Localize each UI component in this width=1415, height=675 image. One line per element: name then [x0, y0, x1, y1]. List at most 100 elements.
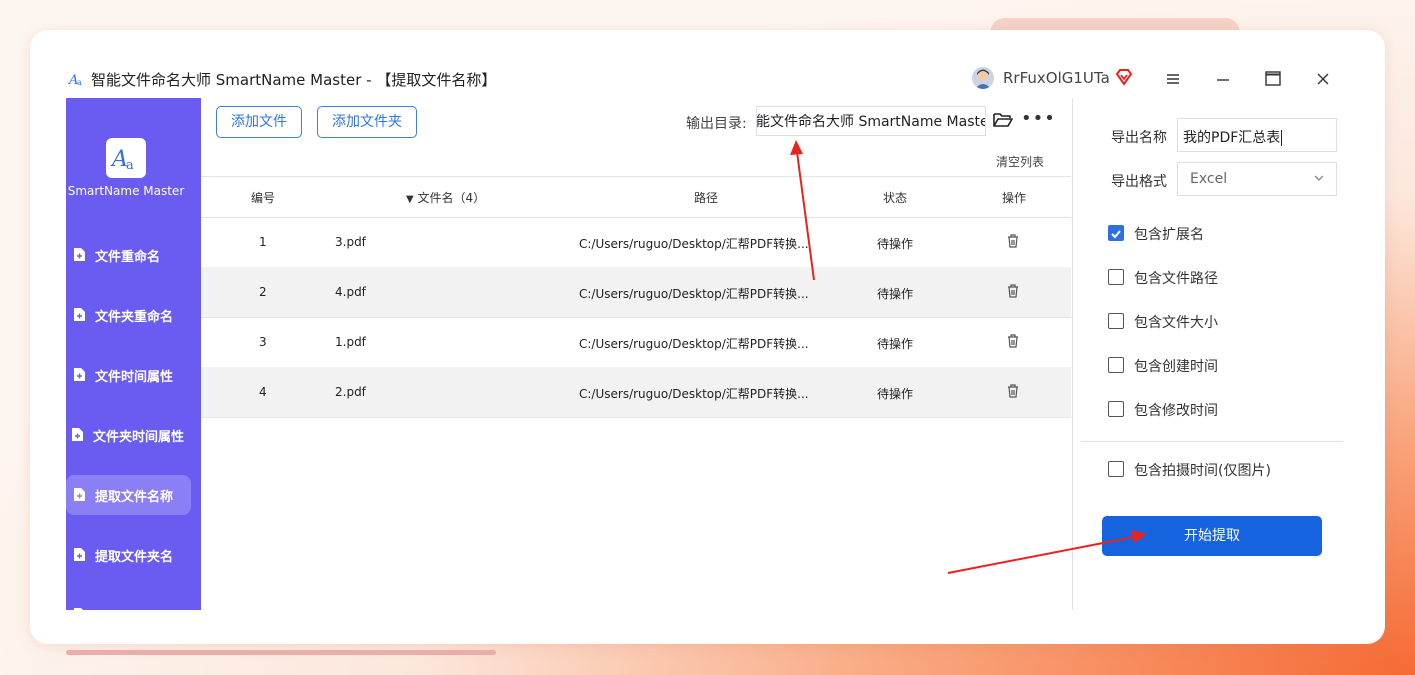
row-index: 3	[259, 335, 267, 349]
svg-text:a: a	[77, 78, 82, 87]
sidebar-item-file-time[interactable]: 文件时间属性	[66, 355, 191, 395]
option-include-extension[interactable]: 包含扩展名	[1108, 224, 1338, 246]
checkbox-checked[interactable]	[1108, 225, 1124, 241]
row-status: 待操作	[877, 387, 914, 401]
document-icon	[74, 548, 85, 561]
row-index: 4	[259, 385, 267, 399]
checkbox[interactable]	[1108, 269, 1124, 285]
minimize-icon[interactable]	[1211, 68, 1235, 90]
chevron-down-icon	[1314, 175, 1324, 181]
export-format-label: 导出格式	[1111, 174, 1167, 190]
row-index: 1	[259, 235, 267, 249]
document-icon	[74, 368, 85, 381]
option-label: 包含拍摄时间(仅图片)	[1134, 463, 1271, 479]
column-header-status: 状态	[883, 191, 908, 205]
close-icon[interactable]	[1311, 68, 1335, 90]
document-icon	[74, 248, 85, 261]
row-status: 待操作	[877, 287, 914, 301]
delete-icon[interactable]	[1007, 234, 1019, 248]
clear-list-button[interactable]: 清空列表	[996, 153, 1044, 170]
export-name-input[interactable]: 我的PDF汇总表	[1177, 118, 1337, 152]
sort-desc-icon: ▼	[406, 194, 414, 205]
table-row[interactable]: 2 4.pdf C:/Users/ruguo/Desktop/汇帮PDF转换..…	[201, 267, 1071, 318]
checkbox[interactable]	[1108, 461, 1124, 477]
add-folder-button[interactable]: 添加文件夹	[317, 106, 417, 138]
sidebar-item-label: 文件时间属性	[95, 370, 174, 385]
option-label: 包含扩展名	[1134, 227, 1204, 243]
add-file-button[interactable]: 添加文件	[216, 106, 302, 138]
column-header-path: 路径	[694, 191, 719, 205]
checkbox[interactable]	[1108, 357, 1124, 373]
horizontal-scrollbar[interactable]	[66, 650, 496, 655]
output-dir-value: 能文件命名大师 SmartName Master	[756, 114, 986, 130]
document-icon	[74, 608, 83, 610]
checkbox[interactable]	[1108, 401, 1124, 417]
row-status: 待操作	[877, 237, 914, 251]
svg-text:a: a	[126, 158, 134, 173]
option-label: 包含创建时间	[1134, 359, 1218, 375]
app-logo-icon: A a	[68, 73, 82, 88]
sidebar-item-folder-rename[interactable]: 文件夹重命名	[66, 295, 191, 335]
delete-icon[interactable]	[1007, 384, 1019, 398]
option-label: 包含修改时间	[1134, 403, 1218, 419]
row-filename: 3.pdf	[335, 235, 366, 249]
sidebar-item-extract-foldername[interactable]: 提取文件夹名	[66, 535, 191, 575]
menu-icon[interactable]	[1161, 68, 1185, 90]
start-extract-button[interactable]: 开始提取	[1102, 516, 1322, 556]
sidebar-item-extract-filename[interactable]: 提取文件名称	[66, 475, 191, 515]
divider	[1081, 441, 1343, 442]
row-path: C:/Users/ruguo/Desktop/汇帮PDF转换...	[579, 287, 809, 301]
sidebar-item-label: 提取文件夹名	[95, 550, 174, 565]
username[interactable]: RrFuxOlG1UTa	[1003, 69, 1110, 87]
sidebar-item-label: 提取文件名称	[95, 490, 174, 505]
table-row[interactable]: 3 1.pdf C:/Users/ruguo/Desktop/汇帮PDF转换..…	[201, 317, 1071, 368]
title-bar: A a 智能文件命名大师 SmartName Master - 【提取文件名称】…	[66, 66, 1350, 98]
option-include-shot-time[interactable]: 包含拍摄时间(仅图片)	[1108, 460, 1338, 482]
export-name-value: 我的PDF汇总表	[1183, 130, 1281, 146]
row-filename: 1.pdf	[335, 335, 366, 349]
maximize-icon[interactable]	[1261, 68, 1285, 90]
row-path: C:/Users/ruguo/Desktop/汇帮PDF转换...	[579, 387, 809, 401]
more-options-icon[interactable]: •••	[1021, 110, 1056, 128]
option-include-created[interactable]: 包含创建时间	[1108, 356, 1338, 378]
option-label: 包含文件路径	[1134, 271, 1218, 287]
folder-open-icon[interactable]	[993, 112, 1013, 128]
row-path: C:/Users/ruguo/Desktop/汇帮PDF转换...	[579, 237, 809, 251]
option-include-size[interactable]: 包含文件大小	[1108, 312, 1338, 334]
user-avatar[interactable]	[972, 67, 994, 89]
column-header-action: 操作	[1002, 191, 1027, 205]
sidebar-item-label: 文件夹时间属性	[93, 430, 185, 445]
sidebar-item-label: 文件重命名	[95, 250, 161, 265]
app-name: SmartName Master	[67, 184, 185, 198]
sidebar-item-label: 文件夹重命名	[95, 310, 174, 325]
output-dir-input[interactable]: 能文件命名大师 SmartName Master	[756, 106, 986, 136]
sidebar: A a SmartName Master 文件重命名 文件夹重命名 文件时间属性…	[66, 98, 201, 610]
window-title: 智能文件命名大师 SmartName Master - 【提取文件名称】	[91, 71, 497, 89]
document-icon	[74, 488, 85, 501]
sidebar-item-more[interactable]	[66, 595, 191, 610]
column-header-index: 编号	[251, 191, 276, 205]
option-include-modified[interactable]: 包含修改时间	[1108, 400, 1338, 422]
option-include-path[interactable]: 包含文件路径	[1108, 268, 1338, 290]
row-index: 2	[259, 285, 267, 299]
row-path: C:/Users/ruguo/Desktop/汇帮PDF转换...	[579, 337, 809, 351]
delete-icon[interactable]	[1007, 334, 1019, 348]
sidebar-item-folder-time[interactable]: 文件夹时间属性	[66, 415, 191, 455]
checkbox[interactable]	[1108, 313, 1124, 329]
output-dir-label: 输出目录:	[686, 116, 747, 132]
column-header-name-label: 文件名（4）	[417, 191, 486, 205]
column-header-name[interactable]: ▼ 文件名（4）	[406, 189, 485, 206]
table-header: 编号 ▼ 文件名（4） 路径 状态 操作	[201, 176, 1071, 218]
table-row[interactable]: 4 2.pdf C:/Users/ruguo/Desktop/汇帮PDF转换..…	[201, 367, 1071, 418]
delete-icon[interactable]	[1007, 284, 1019, 298]
option-label: 包含文件大小	[1134, 315, 1218, 331]
row-filename: 4.pdf	[335, 285, 366, 299]
main-content: 添加文件 添加文件夹 输出目录: 能文件命名大师 SmartName Maste…	[201, 98, 1071, 610]
table-row[interactable]: 1 3.pdf C:/Users/ruguo/Desktop/汇帮PDF转换..…	[201, 217, 1071, 268]
export-format-select[interactable]: Excel	[1177, 162, 1337, 196]
vip-diamond-icon[interactable]	[1114, 67, 1134, 87]
document-icon	[72, 428, 83, 441]
row-filename: 2.pdf	[335, 385, 366, 399]
document-icon	[74, 308, 85, 321]
sidebar-item-file-rename[interactable]: 文件重命名	[66, 235, 191, 275]
